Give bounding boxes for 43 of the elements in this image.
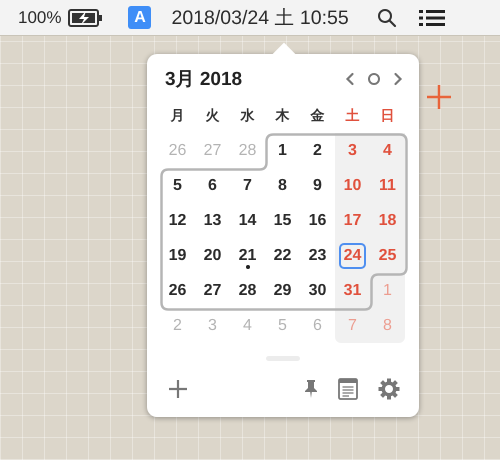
weekday-label: 火	[204, 106, 220, 124]
calendar-day[interactable]: 21	[234, 242, 262, 268]
calendar-day[interactable]: 1	[273, 138, 292, 164]
calendar-day[interactable]: 20	[198, 242, 226, 268]
calendar-day[interactable]: 14	[234, 208, 262, 234]
circle-icon[interactable]	[367, 72, 381, 86]
chevron-left-icon[interactable]	[345, 72, 355, 86]
pin-icon[interactable]	[304, 379, 318, 399]
plus-icon[interactable]	[426, 84, 452, 110]
calendar-day[interactable]: 9	[308, 172, 327, 198]
calendar-day[interactable]: 29	[268, 278, 296, 304]
calendar-day[interactable]: 12	[164, 208, 192, 234]
calendar-day[interactable]: 2	[308, 138, 327, 164]
calendar-day[interactable]: 16	[304, 208, 332, 234]
calendar-day[interactable]: 5	[168, 172, 187, 198]
search-icon[interactable]	[376, 8, 397, 28]
add-icon[interactable]	[168, 379, 188, 399]
calendar-day[interactable]: 30	[304, 278, 332, 304]
weekday-label: 金	[309, 106, 326, 124]
list-icon[interactable]	[418, 8, 446, 26]
weekday-label: 水	[239, 106, 256, 124]
calendar-day[interactable]: 26	[164, 278, 192, 304]
weekday-label: 月	[170, 106, 186, 124]
month-title: 3月 2018	[165, 68, 242, 92]
weekday-label: 木	[274, 106, 290, 124]
calendar-day[interactable]: 28	[234, 278, 262, 304]
calendar-day[interactable]: 15	[268, 208, 296, 234]
menu-clock[interactable]: 2018/03/24 土 10:55	[171, 4, 349, 31]
settings-icon[interactable]	[378, 378, 400, 400]
chevron-right-icon[interactable]	[393, 72, 403, 86]
calendar-day[interactable]: 23	[304, 242, 332, 268]
calendar-day[interactable]: 19	[164, 242, 192, 268]
calendar-day[interactable]: 6	[203, 172, 222, 198]
calendar-day[interactable]: 8	[273, 172, 292, 198]
weekday-label: 土	[344, 106, 360, 124]
calendar-day[interactable]: 27	[198, 278, 226, 304]
battery-percent: 100%	[18, 8, 62, 28]
battery-charging-icon[interactable]	[68, 8, 104, 26]
notes-icon[interactable]	[338, 378, 358, 400]
calendar-day[interactable]: 22	[268, 242, 296, 268]
calendar-day[interactable]: 7	[238, 172, 257, 198]
weekday-label: 日	[380, 106, 396, 124]
calendar-day[interactable]: 13	[198, 208, 226, 234]
